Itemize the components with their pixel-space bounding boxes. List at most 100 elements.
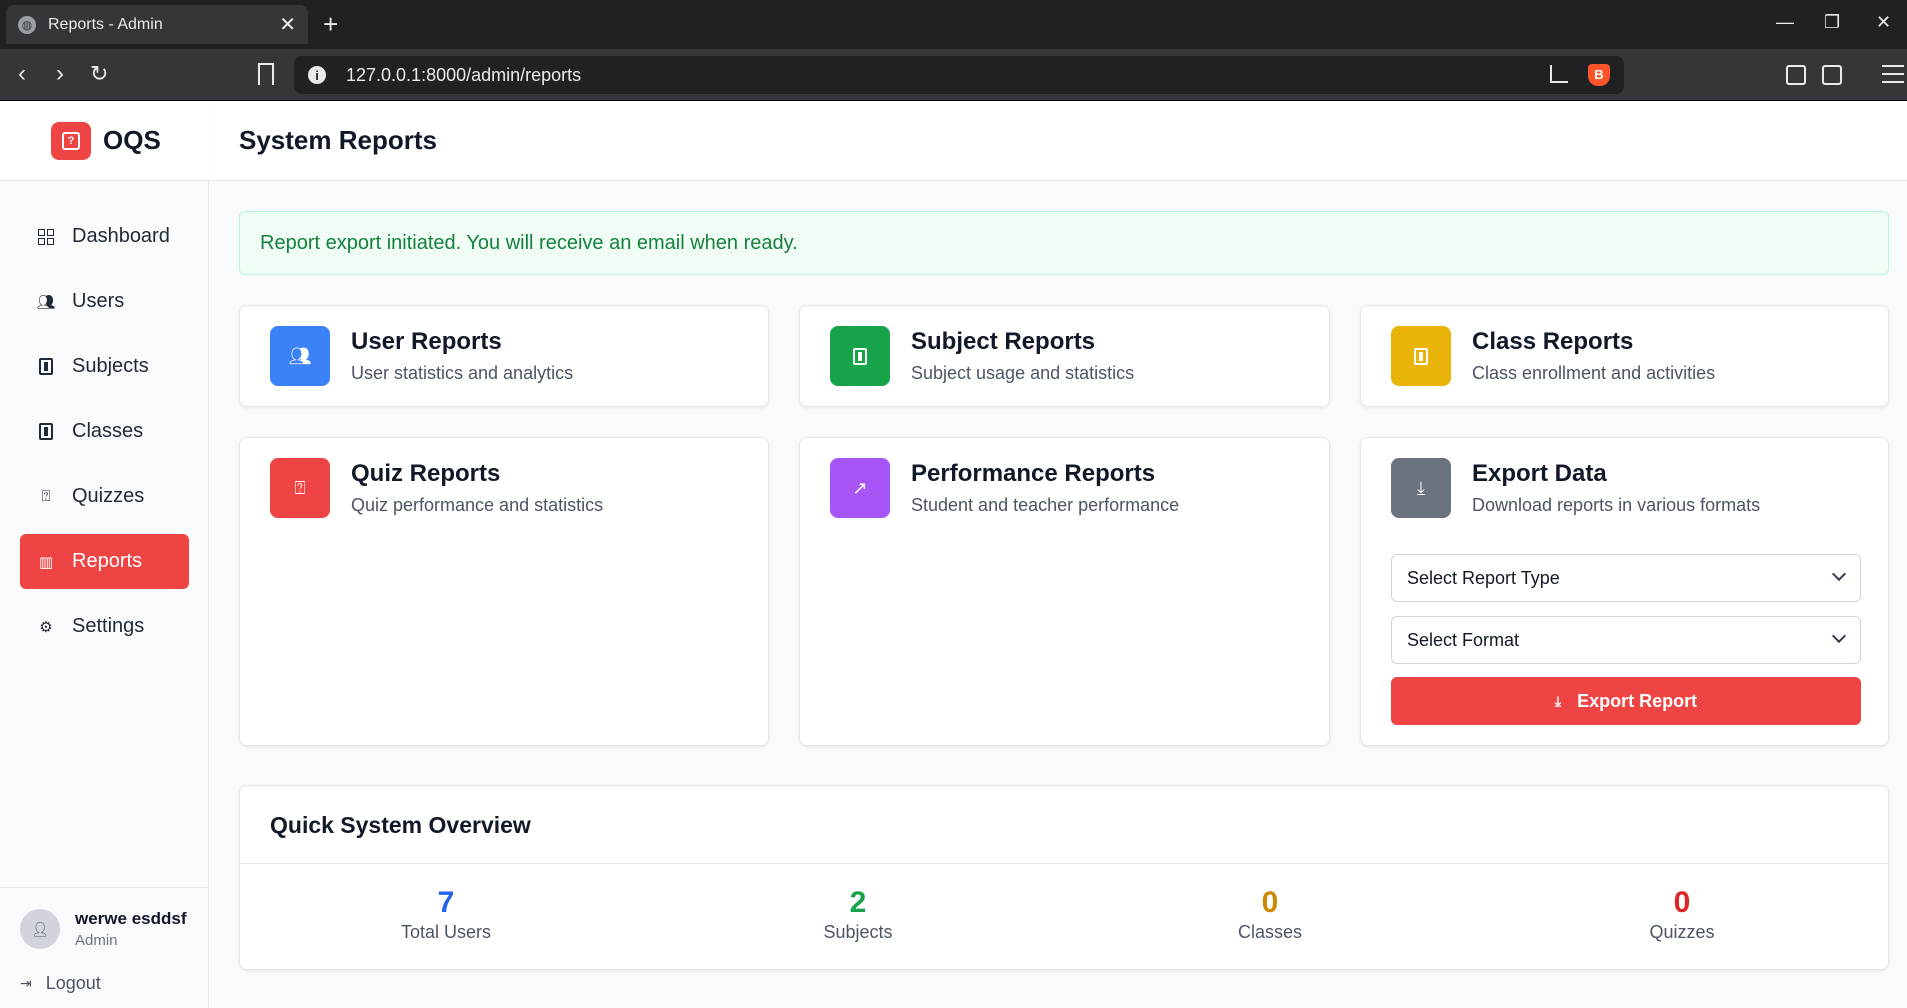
export-data-card: ⤓ Export Data Download reports in variou…	[1360, 437, 1889, 746]
stat-classes: 0 Classes	[1064, 886, 1476, 943]
bookmark-icon[interactable]	[258, 63, 274, 85]
card-title: Export Data	[1472, 460, 1607, 487]
stat-label: Total Users	[400, 922, 492, 942]
card-title: Class Reports	[1472, 328, 1634, 355]
subject-reports-card[interactable]: Subject Reports Subject usage and statis…	[799, 305, 1330, 407]
stat-value: 0	[1673, 886, 1691, 919]
share-icon[interactable]	[1550, 65, 1568, 83]
report-type-select[interactable]: Select Report Type	[1391, 554, 1861, 602]
sidebar-item-reports[interactable]: ▥ Reports	[20, 534, 189, 589]
user-profile[interactable]: 👤︎ werwe esddsf Admin	[20, 909, 187, 949]
book-icon	[830, 326, 890, 386]
sidebar-item-subjects[interactable]: Subjects	[20, 339, 189, 394]
chevron-down-icon	[1831, 628, 1847, 644]
stat-label: Classes	[1237, 922, 1303, 942]
browser-menu-icon[interactable]	[1882, 65, 1904, 89]
sidebar-nav: Dashboard 👥︎ Users Subjects Classes ⍰ Qu…	[20, 209, 189, 664]
browser-tab[interactable]: ◍ Reports - Admin ✕	[6, 5, 308, 44]
gear-icon: ⚙	[39, 618, 53, 636]
card-title: Quiz Reports	[351, 460, 501, 487]
browser-tabbar: ◍ Reports - Admin ✕ + — ❐ ✕	[0, 0, 1907, 49]
overview-title: Quick System Overview	[270, 812, 531, 838]
performance-reports-card[interactable]: ↗ Performance Reports Student and teache…	[799, 437, 1330, 746]
logout-label: Logout	[45, 973, 101, 993]
stat-quizzes: 0 Quizzes	[1476, 886, 1888, 943]
format-value: Select Format	[1407, 629, 1520, 650]
sidebar-item-label: Users	[72, 290, 125, 312]
page-title: System Reports	[239, 125, 437, 155]
reload-icon[interactable]: ↻	[90, 61, 108, 87]
new-tab-icon[interactable]: +	[323, 10, 338, 38]
trend-icon: ↗	[830, 458, 890, 518]
brave-shield-icon[interactable]: B	[1588, 64, 1610, 86]
report-type-value: Select Report Type	[1407, 567, 1560, 588]
sidebar-divider	[0, 887, 209, 888]
back-icon[interactable]: ‹	[18, 61, 26, 87]
sidebar-item-settings[interactable]: ⚙ Settings	[20, 599, 189, 654]
window-close-icon[interactable]: ✕	[1876, 12, 1891, 33]
logout-button[interactable]: ⇥ Logout	[20, 973, 101, 994]
logo-icon: ?	[51, 121, 91, 160]
book-icon	[37, 358, 55, 376]
site-info-icon[interactable]: i	[308, 66, 326, 84]
sidebar-item-classes[interactable]: Classes	[20, 404, 189, 459]
sidebar-item-dashboard[interactable]: Dashboard	[20, 209, 189, 264]
card-subtitle: Class enrollment and activities	[1472, 363, 1716, 383]
brand-name: OQS	[103, 125, 161, 155]
export-report-button[interactable]: ⤓ Export Report	[1391, 677, 1861, 725]
sidebar-item-label: Settings	[72, 615, 145, 637]
system-overview-card: Quick System Overview 7 Total Users 2 Su…	[239, 785, 1889, 970]
minimize-icon[interactable]: —	[1776, 12, 1794, 33]
card-title: Subject Reports	[911, 328, 1096, 355]
users-icon: 👥︎	[36, 293, 56, 311]
chevron-down-icon	[1831, 566, 1847, 582]
divider	[240, 863, 1888, 864]
avatar: 👤︎	[20, 909, 60, 949]
quiz-icon: ⍰	[270, 458, 330, 518]
url-text: 127.0.0.1:8000/admin/reports	[346, 64, 582, 85]
card-title: Performance Reports	[911, 460, 1156, 487]
extensions-icon[interactable]	[1786, 65, 1806, 85]
stat-value: 0	[1261, 886, 1279, 919]
sidebar: ? OQS Dashboard 👥︎ Users Subjects Classe…	[0, 101, 209, 1008]
close-tab-icon[interactable]: ✕	[279, 12, 296, 37]
dashboard-icon	[37, 228, 55, 246]
sidebar-toggle-icon[interactable]	[1822, 65, 1842, 85]
card-subtitle: Download reports in various formats	[1472, 495, 1761, 515]
chart-icon: ▥	[38, 553, 54, 571]
success-alert: Report export initiated. You will receiv…	[239, 211, 1889, 275]
brand[interactable]: ? OQS	[0, 101, 209, 181]
stat-label: Quizzes	[1649, 922, 1715, 942]
user-reports-card[interactable]: 👥︎ User Reports User statistics and anal…	[239, 305, 769, 407]
card-subtitle: Student and teacher performance	[911, 495, 1180, 515]
stat-label: Subjects	[823, 922, 893, 942]
forward-icon[interactable]: ›	[56, 61, 64, 87]
sidebar-item-label: Classes	[72, 420, 144, 442]
user-name: werwe esddsf	[75, 909, 187, 928]
quiz-icon: ⍰	[41, 488, 51, 505]
download-icon: ⤓	[1554, 692, 1562, 709]
sidebar-item-users[interactable]: 👥︎ Users	[20, 274, 189, 329]
tab-title: Reports - Admin	[48, 15, 163, 33]
stat-subjects: 2 Subjects	[652, 886, 1064, 943]
card-subtitle: Quiz performance and statistics	[351, 495, 604, 515]
logout-icon: ⇥	[20, 975, 32, 991]
sidebar-item-quizzes[interactable]: ⍰ Quizzes	[20, 469, 189, 524]
address-bar[interactable]: i 127.0.0.1:8000/admin/reports B	[294, 56, 1624, 94]
card-subtitle: User statistics and analytics	[351, 363, 574, 383]
globe-icon: ◍	[18, 15, 36, 34]
restore-icon[interactable]: ❐	[1824, 12, 1840, 33]
format-select[interactable]: Select Format	[1391, 616, 1861, 664]
export-button-label: Export Report	[1577, 690, 1698, 711]
users-icon: 👥︎	[270, 326, 330, 386]
sidebar-item-label: Subjects	[72, 355, 149, 377]
stat-total-users: 7 Total Users	[240, 886, 652, 943]
page-header: System Reports	[210, 101, 1907, 181]
card-subtitle: Subject usage and statistics	[911, 363, 1135, 383]
class-reports-card[interactable]: Class Reports Class enrollment and activ…	[1360, 305, 1889, 407]
book-icon	[37, 423, 55, 441]
quiz-reports-card[interactable]: ⍰ Quiz Reports Quiz performance and stat…	[239, 437, 769, 746]
user-role: Admin	[75, 932, 118, 949]
sidebar-item-label: Reports	[72, 550, 143, 572]
card-title: User Reports	[351, 328, 502, 355]
